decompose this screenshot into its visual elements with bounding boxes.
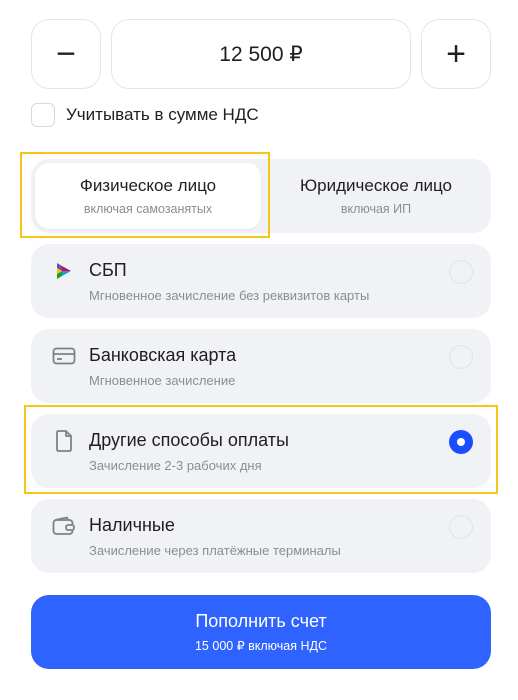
payment-option-bank-card[interactable]: Банковская карта Мгновенное зачисление: [31, 329, 491, 403]
top-up-button[interactable]: Пополнить счет 15 000 ₽ включая НДС: [31, 595, 491, 669]
payment-option-title: СБП: [89, 260, 127, 280]
payment-option-radio[interactable]: [449, 260, 473, 284]
payer-type-individual[interactable]: Физическое лицо включая самозанятых: [35, 163, 261, 229]
payment-option-subtitle: Зачисление 2-3 рабочих дня: [89, 458, 262, 473]
increase-button[interactable]: +: [421, 19, 491, 89]
payer-type-legal-entity[interactable]: Юридическое лицо включая ИП: [263, 163, 489, 229]
vat-checkbox[interactable]: [31, 103, 55, 127]
sbp-icon: [51, 260, 77, 282]
payer-type-subtitle: включая самозанятых: [83, 202, 213, 216]
amount-input[interactable]: 12 500 ₽: [111, 19, 411, 89]
payment-option-subtitle: Зачисление через платёжные терминалы: [89, 543, 341, 558]
amount-stepper: − 12 500 ₽ +: [31, 19, 491, 89]
payment-option-radio[interactable]: [449, 345, 473, 369]
payment-option-cash[interactable]: Наличные Зачисление через платёжные терм…: [31, 499, 491, 573]
payment-option-other[interactable]: Другие способы оплаты Зачисление 2-3 раб…: [31, 414, 491, 488]
wallet-icon: [51, 515, 77, 537]
payment-option-radio[interactable]: [449, 515, 473, 539]
payment-option-title: Другие способы оплаты: [89, 430, 289, 450]
decrease-button[interactable]: −: [31, 19, 101, 89]
top-up-button-sublabel: 15 000 ₽ включая НДС: [194, 639, 327, 653]
bank-card-icon: [51, 345, 77, 367]
payment-option-title: Банковская карта: [89, 345, 237, 365]
payment-option-subtitle: Мгновенное зачисление без реквизитов кар…: [89, 288, 370, 303]
payment-option-radio-selected[interactable]: [449, 430, 473, 454]
payment-option-sbp[interactable]: СБП Мгновенное зачисление без реквизитов…: [31, 244, 491, 318]
document-icon: [51, 430, 77, 452]
payment-option-subtitle: Мгновенное зачисление: [89, 373, 236, 388]
payment-option-title: Наличные: [89, 515, 175, 535]
vat-checkbox-row[interactable]: Учитывать в сумме НДС: [31, 103, 259, 127]
vat-checkbox-label: Учитывать в сумме НДС: [66, 105, 259, 124]
payer-type-title: Физическое лицо: [79, 176, 217, 195]
payer-type-title: Юридическое лицо: [299, 176, 453, 195]
payer-type-subtitle: включая ИП: [340, 202, 412, 216]
top-up-button-label: Пополнить счет: [195, 611, 327, 631]
payer-type-switch: Физическое лицо включая самозанятых Юрид…: [31, 159, 491, 233]
